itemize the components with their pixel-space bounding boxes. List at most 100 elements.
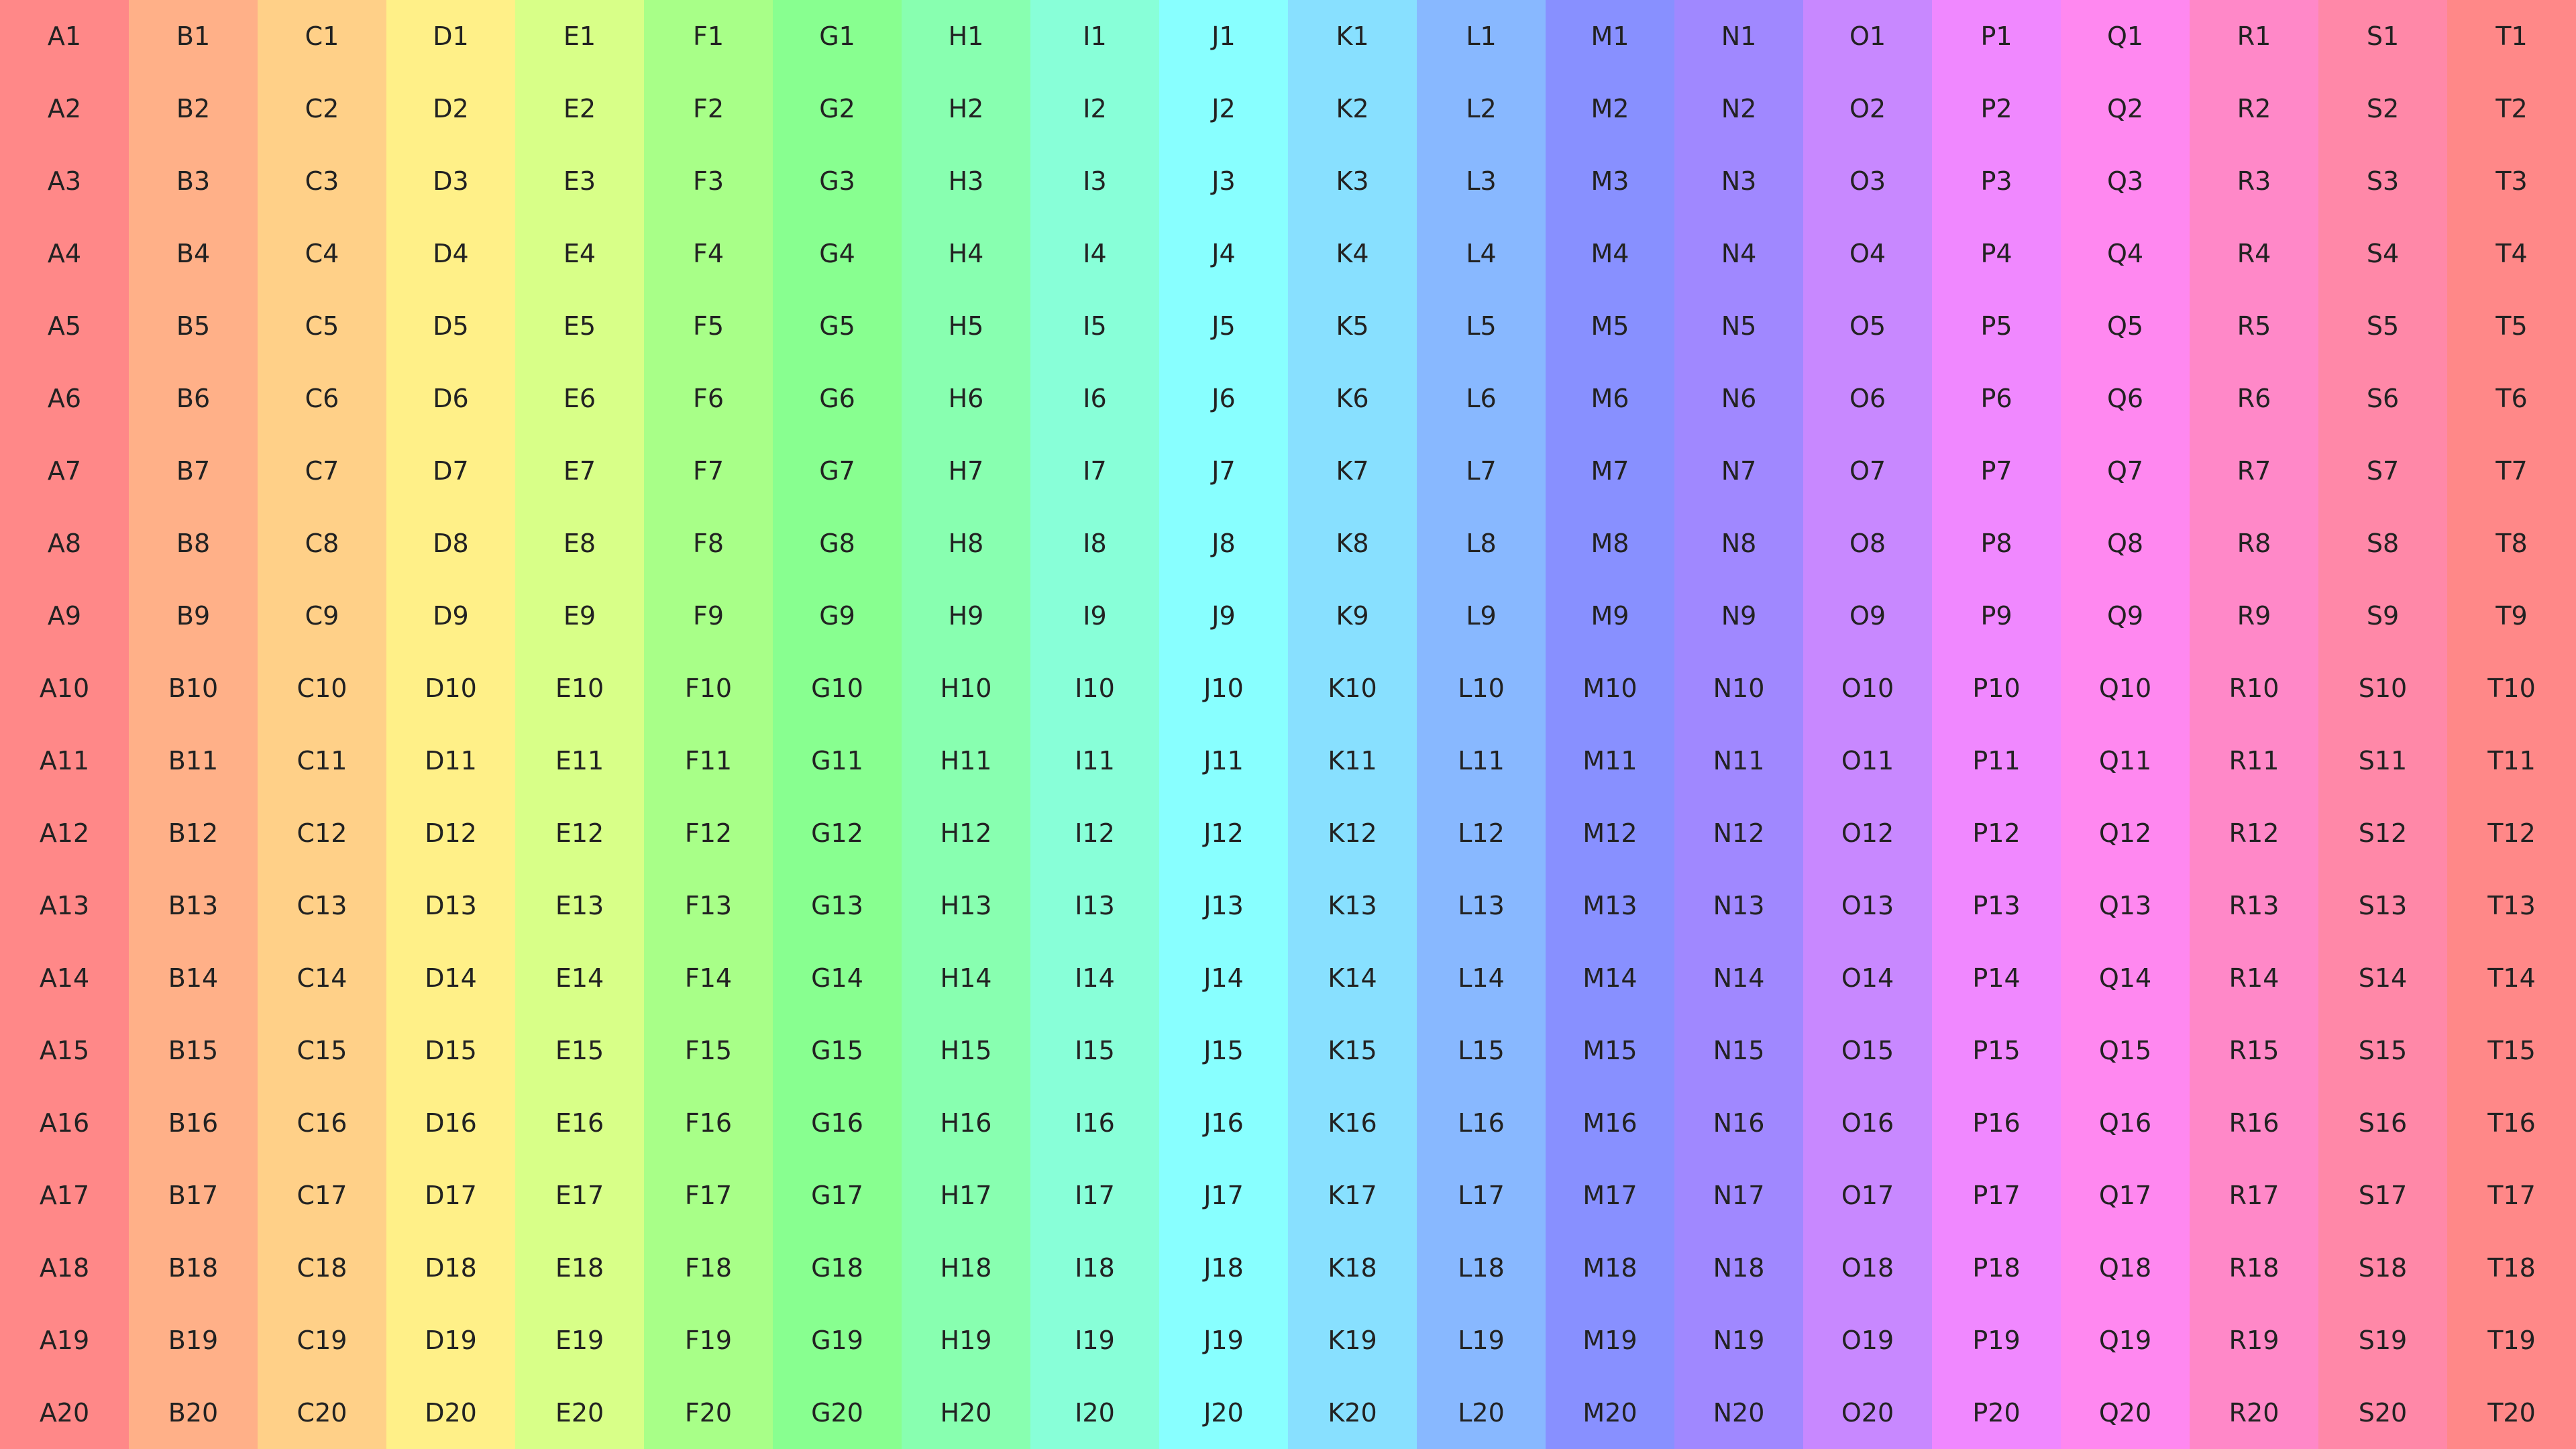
grid-cell-o19[interactable]: O19 [1803, 1304, 1932, 1377]
grid-cell-e13[interactable]: E13 [515, 869, 644, 942]
grid-cell-g7[interactable]: G7 [773, 435, 902, 507]
grid-cell-n1[interactable]: N1 [1674, 0, 1803, 72]
grid-cell-l3[interactable]: L3 [1417, 145, 1546, 217]
grid-cell-p5[interactable]: P5 [1932, 290, 2061, 362]
grid-cell-a6[interactable]: A6 [0, 362, 129, 435]
grid-cell-l7[interactable]: L7 [1417, 435, 1546, 507]
grid-cell-n19[interactable]: N19 [1674, 1304, 1803, 1377]
grid-cell-j17[interactable]: J17 [1159, 1159, 1288, 1232]
grid-cell-h13[interactable]: H13 [902, 869, 1030, 942]
grid-cell-o13[interactable]: O13 [1803, 869, 1932, 942]
grid-cell-q9[interactable]: Q9 [2061, 580, 2190, 652]
grid-cell-l4[interactable]: L4 [1417, 217, 1546, 290]
grid-cell-r5[interactable]: R5 [2190, 290, 2318, 362]
grid-cell-s1[interactable]: S1 [2318, 0, 2447, 72]
grid-cell-c10[interactable]: C10 [258, 652, 386, 724]
grid-cell-d18[interactable]: D18 [386, 1232, 515, 1304]
grid-cell-f8[interactable]: F8 [644, 507, 773, 580]
grid-cell-n15[interactable]: N15 [1674, 1014, 1803, 1087]
grid-cell-m3[interactable]: M3 [1546, 145, 1674, 217]
grid-cell-d13[interactable]: D13 [386, 869, 515, 942]
grid-cell-t20[interactable]: T20 [2447, 1377, 2576, 1449]
grid-cell-d8[interactable]: D8 [386, 507, 515, 580]
grid-cell-e6[interactable]: E6 [515, 362, 644, 435]
grid-cell-q5[interactable]: Q5 [2061, 290, 2190, 362]
grid-cell-r13[interactable]: R13 [2190, 869, 2318, 942]
grid-cell-s12[interactable]: S12 [2318, 797, 2447, 869]
grid-cell-n18[interactable]: N18 [1674, 1232, 1803, 1304]
grid-cell-s20[interactable]: S20 [2318, 1377, 2447, 1449]
grid-cell-f17[interactable]: F17 [644, 1159, 773, 1232]
grid-cell-l15[interactable]: L15 [1417, 1014, 1546, 1087]
grid-cell-j8[interactable]: J8 [1159, 507, 1288, 580]
grid-cell-o3[interactable]: O3 [1803, 145, 1932, 217]
grid-cell-a1[interactable]: A1 [0, 0, 129, 72]
grid-cell-a16[interactable]: A16 [0, 1087, 129, 1159]
grid-cell-k9[interactable]: K9 [1288, 580, 1417, 652]
grid-cell-g8[interactable]: G8 [773, 507, 902, 580]
grid-cell-j7[interactable]: J7 [1159, 435, 1288, 507]
grid-cell-f15[interactable]: F15 [644, 1014, 773, 1087]
grid-cell-t3[interactable]: T3 [2447, 145, 2576, 217]
grid-cell-a10[interactable]: A10 [0, 652, 129, 724]
grid-cell-n14[interactable]: N14 [1674, 942, 1803, 1014]
grid-cell-g9[interactable]: G9 [773, 580, 902, 652]
grid-cell-l12[interactable]: L12 [1417, 797, 1546, 869]
grid-cell-i9[interactable]: I9 [1030, 580, 1159, 652]
grid-cell-k2[interactable]: K2 [1288, 72, 1417, 145]
grid-cell-c13[interactable]: C13 [258, 869, 386, 942]
grid-cell-p9[interactable]: P9 [1932, 580, 2061, 652]
grid-cell-p11[interactable]: P11 [1932, 724, 2061, 797]
grid-cell-e1[interactable]: E1 [515, 0, 644, 72]
grid-cell-c14[interactable]: C14 [258, 942, 386, 1014]
grid-cell-r1[interactable]: R1 [2190, 0, 2318, 72]
grid-cell-j16[interactable]: J16 [1159, 1087, 1288, 1159]
grid-cell-j11[interactable]: J11 [1159, 724, 1288, 797]
grid-cell-s18[interactable]: S18 [2318, 1232, 2447, 1304]
grid-cell-o11[interactable]: O11 [1803, 724, 1932, 797]
grid-cell-c9[interactable]: C9 [258, 580, 386, 652]
grid-cell-m8[interactable]: M8 [1546, 507, 1674, 580]
grid-cell-c3[interactable]: C3 [258, 145, 386, 217]
grid-cell-o8[interactable]: O8 [1803, 507, 1932, 580]
grid-cell-n13[interactable]: N13 [1674, 869, 1803, 942]
grid-cell-e20[interactable]: E20 [515, 1377, 644, 1449]
grid-cell-a4[interactable]: A4 [0, 217, 129, 290]
grid-cell-i20[interactable]: I20 [1030, 1377, 1159, 1449]
grid-cell-f14[interactable]: F14 [644, 942, 773, 1014]
grid-cell-t9[interactable]: T9 [2447, 580, 2576, 652]
grid-cell-a13[interactable]: A13 [0, 869, 129, 942]
grid-cell-i6[interactable]: I6 [1030, 362, 1159, 435]
grid-cell-b8[interactable]: B8 [129, 507, 258, 580]
grid-cell-o2[interactable]: O2 [1803, 72, 1932, 145]
grid-cell-i14[interactable]: I14 [1030, 942, 1159, 1014]
grid-cell-g6[interactable]: G6 [773, 362, 902, 435]
grid-cell-p17[interactable]: P17 [1932, 1159, 2061, 1232]
grid-cell-r7[interactable]: R7 [2190, 435, 2318, 507]
grid-cell-b3[interactable]: B3 [129, 145, 258, 217]
grid-cell-h20[interactable]: H20 [902, 1377, 1030, 1449]
grid-cell-f5[interactable]: F5 [644, 290, 773, 362]
grid-cell-g20[interactable]: G20 [773, 1377, 902, 1449]
grid-cell-t6[interactable]: T6 [2447, 362, 2576, 435]
grid-cell-g15[interactable]: G15 [773, 1014, 902, 1087]
grid-cell-t15[interactable]: T15 [2447, 1014, 2576, 1087]
grid-cell-s14[interactable]: S14 [2318, 942, 2447, 1014]
grid-cell-n12[interactable]: N12 [1674, 797, 1803, 869]
grid-cell-b1[interactable]: B1 [129, 0, 258, 72]
grid-cell-f13[interactable]: F13 [644, 869, 773, 942]
grid-cell-f9[interactable]: F9 [644, 580, 773, 652]
grid-cell-c12[interactable]: C12 [258, 797, 386, 869]
grid-cell-n4[interactable]: N4 [1674, 217, 1803, 290]
grid-cell-o5[interactable]: O5 [1803, 290, 1932, 362]
grid-cell-k14[interactable]: K14 [1288, 942, 1417, 1014]
grid-cell-m19[interactable]: M19 [1546, 1304, 1674, 1377]
grid-cell-d4[interactable]: D4 [386, 217, 515, 290]
grid-cell-j4[interactable]: J4 [1159, 217, 1288, 290]
grid-cell-f10[interactable]: F10 [644, 652, 773, 724]
grid-cell-l10[interactable]: L10 [1417, 652, 1546, 724]
grid-cell-h1[interactable]: H1 [902, 0, 1030, 72]
grid-cell-g17[interactable]: G17 [773, 1159, 902, 1232]
grid-cell-e9[interactable]: E9 [515, 580, 644, 652]
grid-cell-e5[interactable]: E5 [515, 290, 644, 362]
